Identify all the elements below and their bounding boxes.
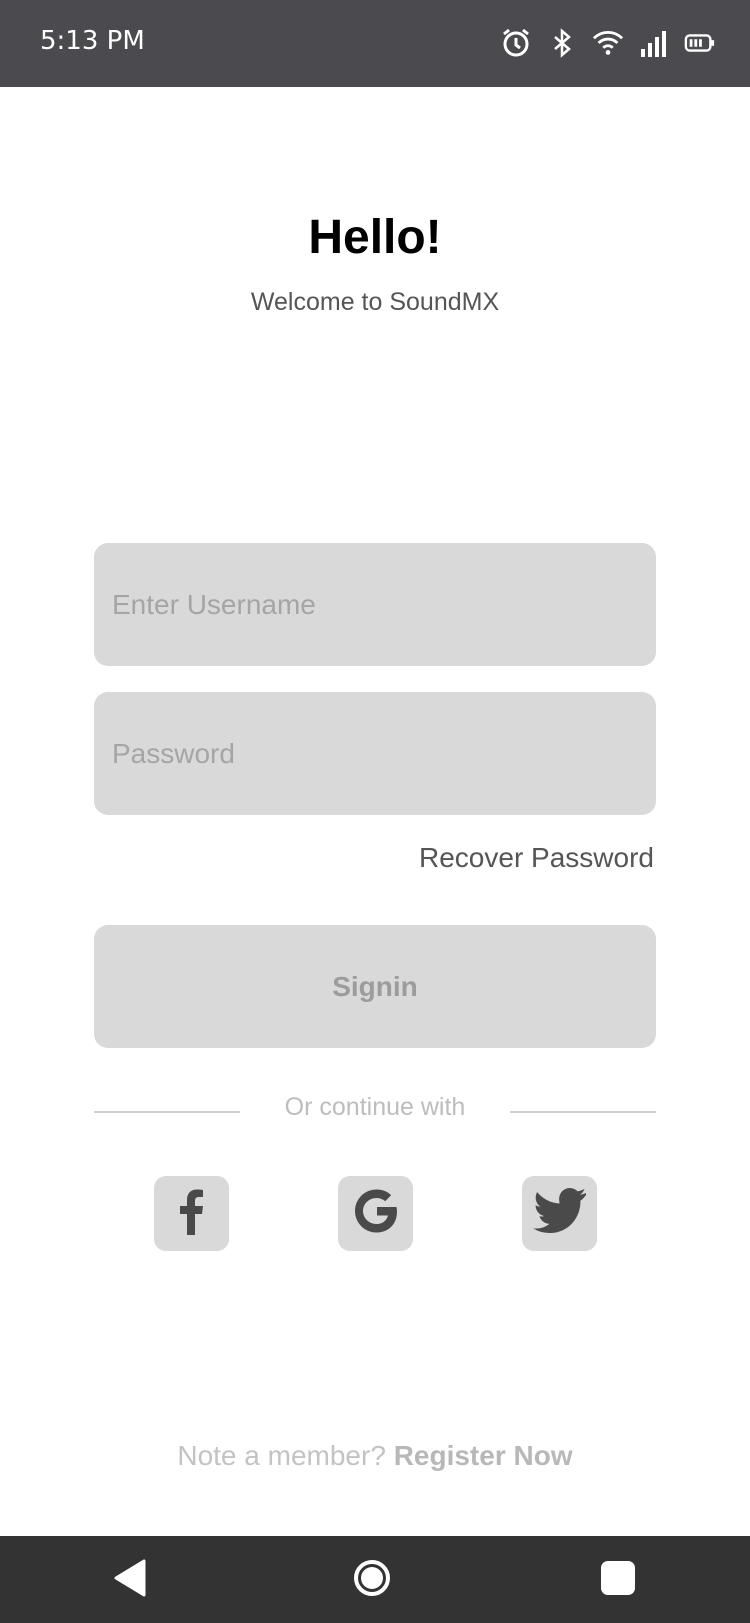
alarm-icon (500, 27, 532, 59)
password-input[interactable] (94, 692, 656, 815)
page-title: Hello! (308, 211, 442, 264)
divider-line-right (510, 1111, 656, 1113)
signin-button[interactable]: Signin (94, 925, 656, 1048)
recover-password-link[interactable]: Recover Password (419, 842, 654, 874)
home-icon (352, 1558, 392, 1603)
twitter-button[interactable] (522, 1176, 597, 1251)
battery-icon (684, 27, 716, 59)
recents-button[interactable] (596, 1558, 640, 1602)
divider-text: Or continue with (284, 1093, 466, 1121)
facebook-button[interactable] (154, 1176, 229, 1251)
register-now-link[interactable]: Register Now (394, 1440, 573, 1471)
status-icons (500, 27, 716, 59)
twitter-icon (532, 1187, 588, 1240)
status-time: 5:13 PM (40, 26, 145, 56)
google-button[interactable] (338, 1176, 413, 1251)
register-prompt-text: Note a member? (177, 1440, 394, 1471)
back-button[interactable] (108, 1558, 152, 1602)
facebook-icon (172, 1187, 212, 1240)
wifi-icon (592, 27, 624, 59)
signal-icon (638, 27, 670, 59)
recents-icon (599, 1559, 637, 1602)
google-icon (351, 1186, 401, 1241)
bluetooth-icon (546, 27, 578, 59)
username-input[interactable] (94, 543, 656, 666)
status-bar: 5:13 PM (0, 0, 750, 87)
register-prompt: Note a member? Register Now (0, 1440, 750, 1472)
home-button[interactable] (350, 1558, 394, 1602)
back-icon (112, 1558, 148, 1603)
navigation-bar (0, 1536, 750, 1623)
page-subtitle: Welcome to SoundMX (250, 288, 500, 316)
